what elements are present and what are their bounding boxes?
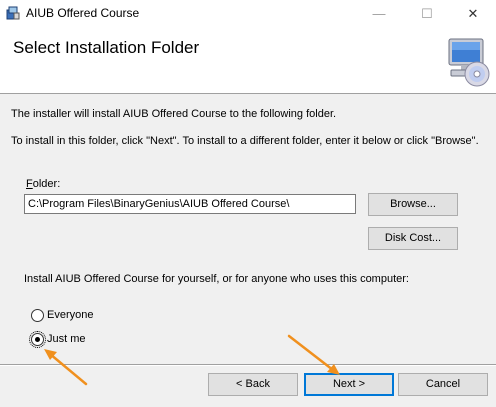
disk-cost-button[interactable]: Disk Cost... (368, 227, 458, 250)
title-bar: AIUB Offered Course — ☐ ✕ (0, 0, 496, 27)
next-button[interactable]: Next > (304, 373, 394, 396)
radio-everyone-label[interactable]: Everyone (47, 309, 93, 321)
arrow-to-just-me-icon (44, 349, 88, 386)
radio-checked-icon[interactable] (29, 331, 46, 348)
folder-path-input[interactable]: C:\Program Files\BinaryGenius\AIUB Offer… (24, 194, 356, 214)
radio-just-me-label[interactable]: Just me (47, 333, 86, 345)
installer-app-icon (6, 6, 20, 20)
install-instructions: To install in this folder, click "Next".… (11, 135, 479, 147)
browse-button[interactable]: Browse... (368, 193, 458, 216)
header-banner: Select Installation Folder (0, 27, 496, 94)
page-title: Select Installation Folder (13, 38, 200, 57)
install-description: The installer will install AIUB Offered … (11, 108, 337, 120)
window-title: AIUB Offered Course (26, 6, 140, 20)
button-separator (0, 364, 496, 366)
back-button[interactable]: < Back (208, 373, 298, 396)
minimize-icon[interactable]: — (356, 0, 402, 27)
radio-dot-icon (35, 337, 40, 342)
cancel-button[interactable]: Cancel (398, 373, 488, 396)
close-icon[interactable]: ✕ (450, 0, 496, 27)
install-for-prompt: Install AIUB Offered Course for yourself… (24, 273, 409, 285)
computer-cd-icon (448, 38, 490, 87)
radio-unchecked-icon[interactable] (31, 309, 44, 322)
folder-label-accesskey: F (26, 178, 33, 190)
folder-label: Folder: (26, 178, 60, 190)
maximize-icon[interactable]: ☐ (404, 0, 450, 27)
folder-label-text: older: (32, 178, 61, 190)
arrow-to-next-icon (287, 334, 340, 375)
